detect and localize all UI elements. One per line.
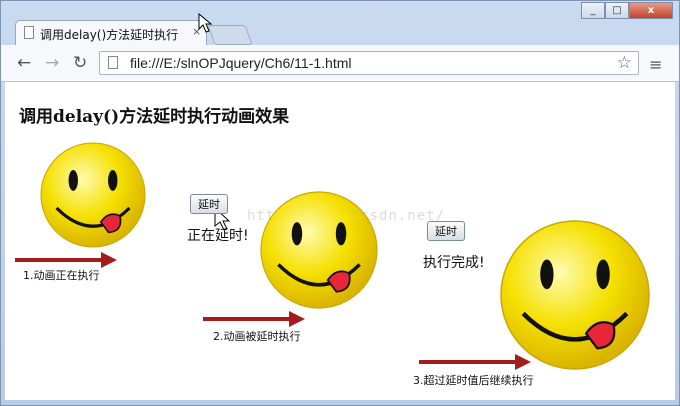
toolbar: ← → ↻ file:///E:/slnOPJquery/Ch6/11-1.ht… [1,45,679,82]
mouse-cursor-icon [198,12,213,33]
page-icon [24,26,34,39]
forward-arrow-icon[interactable]: → [45,53,59,73]
smiley-icon [40,142,146,248]
smiley-icon [500,220,650,370]
star-icon[interactable]: ☆ [617,53,632,73]
url-text: file:///E:/slnOPJquery/Ch6/11-1.html [130,55,352,71]
maximize-button[interactable]: □ [605,2,629,19]
title-bar: 调用delay()方法延时执行 × _ □ x [1,1,679,45]
address-bar[interactable]: file:///E:/slnOPJquery/Ch6/11-1.html ☆ [99,51,639,75]
menu-icon[interactable]: ≡ [649,55,662,74]
arrow-icon [203,311,305,327]
back-arrow-icon[interactable]: ← [17,53,31,73]
arrow-icon [419,354,531,370]
page-icon [108,56,118,69]
reload-icon[interactable]: ↻ [73,53,87,73]
page-content: 调用delay()方法延时执行动画效果 http://blog.csdn.net… [5,82,675,400]
smiley-icon [260,191,378,309]
close-button[interactable]: x [629,2,673,19]
window-controls: _ □ x [581,2,673,20]
caption-3: 3.超过延时值后继续执行 [413,374,534,387]
tab-title: 调用delay()方法延时执行 [40,28,179,42]
delay-button[interactable]: 延时 [190,194,228,214]
caption-1: 1.动画正在执行 [23,269,100,282]
minimize-button[interactable]: _ [581,2,605,19]
browser-window: 调用delay()方法延时执行 × _ □ x ← → ↻ file:///E:… [0,0,680,406]
delay-button[interactable]: 延时 [427,221,465,241]
tab-active[interactable]: 调用delay()方法延时执行 × [15,20,207,45]
illustration-layer [15,142,650,370]
arrow-icon [15,252,117,268]
status-text: 执行完成! [423,255,485,271]
caption-2: 2.动画被延时执行 [213,330,301,343]
status-text: 正在延时! [187,228,249,244]
